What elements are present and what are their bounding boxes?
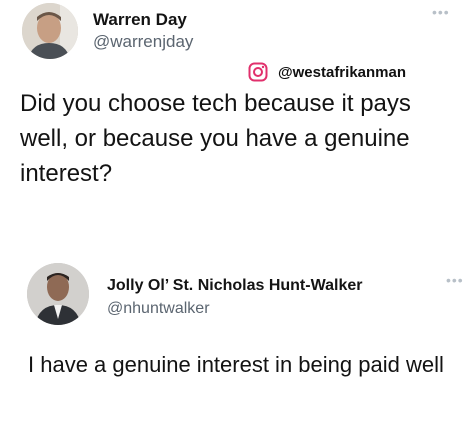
author-handle: @nhuntwalker	[107, 300, 210, 317]
tweet-text: I have a genuine interest in being paid …	[28, 352, 444, 377]
author-name: Jolly Ol’ St. Nicholas Hunt-Walker	[107, 277, 363, 294]
more-dots-icon[interactable]: •••	[446, 272, 464, 288]
tweet-text: Did you choose tech because it pays well…	[20, 90, 411, 187]
tweet-reply: Jolly Ol’ St. Nicholas Hunt-Walker @nhun…	[0, 252, 474, 443]
avatar-photo	[27, 263, 89, 325]
instagram-handle: @westafrikanman	[278, 63, 407, 81]
instagram-icon	[248, 62, 268, 82]
tweet-original: Warren Day @warrenjday ••• @westafrikanm…	[0, 0, 474, 250]
avatar[interactable]	[27, 263, 89, 325]
author-handle: @warrenjday	[93, 32, 194, 51]
instagram-watermark: @westafrikanman	[248, 60, 406, 84]
avatar-photo	[22, 3, 78, 59]
author-name: Warren Day	[93, 10, 187, 29]
avatar[interactable]	[22, 3, 78, 59]
more-dots-icon[interactable]: •••	[432, 4, 450, 20]
